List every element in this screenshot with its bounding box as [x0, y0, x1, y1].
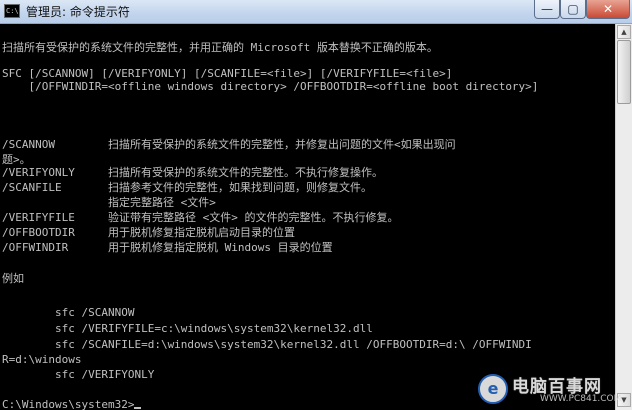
window-title: 管理员: 命令提示符 — [26, 5, 130, 19]
minimize-button[interactable]: — — [534, 0, 560, 19]
console-line: 题>。 — [2, 153, 31, 166]
maximize-button[interactable]: ▢ — [560, 0, 586, 19]
console-line: SFC [/SCANNOW] [/VERIFYONLY] [/SCANFILE=… — [2, 67, 453, 80]
console-line: sfc /SCANNOW — [2, 306, 135, 319]
watermark: e 电脑百事网 WWW.PC841.COM — [478, 372, 622, 406]
console-line: R=d:\windows — [2, 353, 82, 366]
scroll-up-arrow-icon[interactable]: ▲ — [617, 25, 631, 39]
vertical-scrollbar[interactable]: ▲ ▼ — [615, 24, 632, 410]
command-prompt[interactable]: C:\Windows\system32> — [2, 398, 142, 410]
console-line: /OFFWINDIR 用于脱机修复指定脱机 Windows 目录的位置 — [2, 241, 333, 254]
console-line: sfc /SCANFILE=d:\windows\system32\kernel… — [2, 338, 532, 351]
prompt-text: C:\Windows\system32> — [2, 398, 135, 410]
console-line: /SCANNOW 扫描所有受保护的系统文件的完整性，并修复出问题的文件<如果出现… — [2, 138, 456, 151]
console-line: sfc /VERIFYFILE=c:\windows\system32\kern… — [2, 322, 373, 335]
cmd-icon: C:\ — [4, 4, 20, 18]
scroll-thumb[interactable] — [617, 40, 631, 104]
console-line: /VERIFYFILE 验证带有完整路径 <文件> 的文件的完整性。不执行修复。 — [2, 211, 399, 224]
console-output[interactable]: 扫描所有受保护的系统文件的完整性，并用正确的 Microsoft 版本替换不正确… — [0, 24, 615, 410]
title-bar[interactable]: C:\ 管理员: 命令提示符 — ▢ ✕ — [0, 0, 632, 24]
console-line: 指定完整路径 <文件> — [2, 196, 216, 209]
console-line: /VERIFYONLY 扫描所有受保护的系统文件的完整性。不执行修复操作。 — [2, 166, 383, 179]
console-line: sfc /VERIFYONLY — [2, 368, 155, 381]
close-button[interactable]: ✕ — [586, 0, 630, 19]
console-line: /OFFBOOTDIR 用于脱机修复指定脱机启动目录的位置 — [2, 226, 295, 239]
console-line: /SCANFILE 扫描参考文件的完整性，如果找到问题，则修复文件。 — [2, 181, 372, 194]
console-line: [/OFFWINDIR=<offline windows directory> … — [2, 80, 539, 93]
text-cursor — [134, 407, 142, 409]
console-line: 例如 — [2, 272, 24, 285]
watermark-logo-icon: e — [478, 374, 508, 404]
console-line: 扫描所有受保护的系统文件的完整性，并用正确的 Microsoft 版本替换不正确… — [2, 41, 438, 54]
watermark-url: WWW.PC841.COM — [540, 394, 622, 404]
